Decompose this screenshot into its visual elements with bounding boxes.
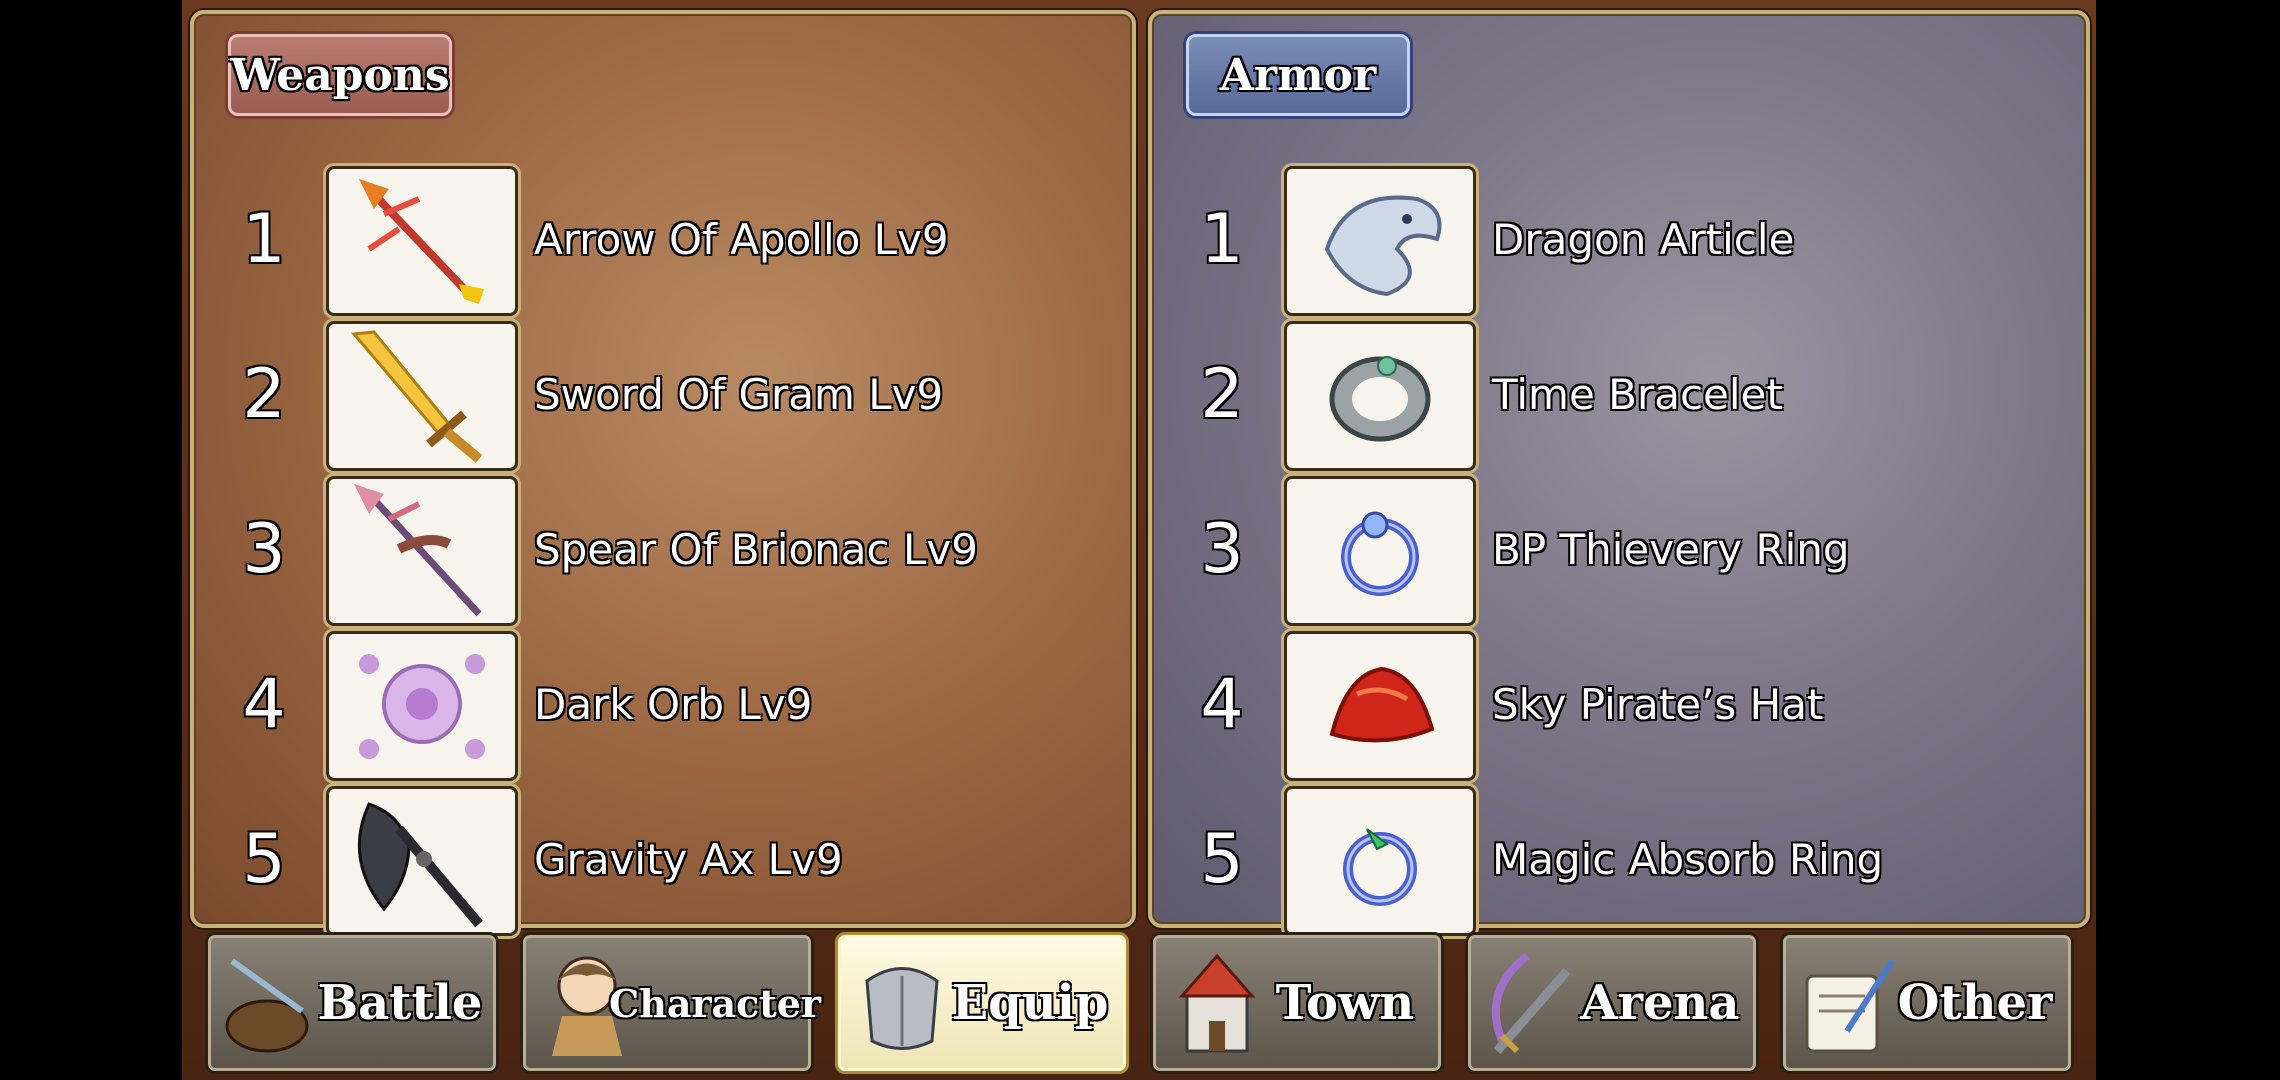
- bracelet-icon: [1284, 321, 1476, 471]
- slot-number: 1: [1200, 199, 1244, 279]
- tab-equip[interactable]: Equip: [835, 932, 1129, 1074]
- hat-icon: [1284, 631, 1476, 781]
- armor-slot-4[interactable]: 4 Sky Pirate’s Hat: [1152, 629, 2086, 781]
- sword-icon: [326, 321, 518, 471]
- slot-number: 4: [242, 664, 286, 744]
- weapon-slot-5[interactable]: 5 Gravity Ax Lv9: [194, 784, 1132, 936]
- tab-label: Other: [1897, 975, 2053, 1031]
- armor-slot-5[interactable]: 5 Magic Absorb Ring: [1152, 784, 2086, 936]
- weapon-name: Sword Of Gram Lv9: [534, 369, 944, 419]
- tab-label: Battle: [317, 975, 483, 1031]
- weapon-name: Arrow Of Apollo Lv9: [534, 214, 949, 264]
- armor-slot-3[interactable]: 3 BP Thievery Ring: [1152, 474, 2086, 626]
- weapon-name: Dark Orb Lv9: [534, 679, 813, 729]
- weapon-slot-1[interactable]: 1 Arrow Of Apollo Lv9: [194, 164, 1132, 316]
- tab-town[interactable]: Town: [1150, 932, 1444, 1074]
- armor-slot-1[interactable]: 1 Dragon Article: [1152, 164, 2086, 316]
- tab-other[interactable]: Other: [1780, 932, 2074, 1074]
- dragon-icon: [1284, 166, 1476, 316]
- weapon-slot-2[interactable]: 2 Sword Of Gram Lv9: [194, 319, 1132, 471]
- tab-battle[interactable]: Battle: [205, 932, 499, 1074]
- armor-panel: Armor 1 Dragon Article 2 Time Bracelet 3…: [1148, 10, 2090, 936]
- armor-name: Magic Absorb Ring: [1492, 834, 1884, 884]
- weapon-name: Gravity Ax Lv9: [534, 834, 843, 884]
- slot-number: 3: [242, 509, 286, 589]
- slot-number: 3: [1200, 509, 1244, 589]
- tab-label: Character: [608, 980, 822, 1026]
- axe-icon: [326, 786, 518, 936]
- armor-title: Armor: [1186, 34, 1410, 116]
- tab-label: Arena: [1580, 975, 1740, 1031]
- slot-number: 2: [1200, 354, 1244, 434]
- weapon-slot-3[interactable]: 3 Spear Of Brionac Lv9: [194, 474, 1132, 626]
- bottom-menu: Battle Character Equip Town Arena Other: [205, 932, 2075, 1074]
- ring-icon: [1284, 786, 1476, 936]
- tab-label: Town: [1275, 975, 1415, 1031]
- slot-number: 4: [1200, 664, 1244, 744]
- ring-icon: [1284, 476, 1476, 626]
- armor-slot-2[interactable]: 2 Time Bracelet: [1152, 319, 2086, 471]
- slot-number: 5: [1200, 819, 1244, 899]
- slot-number: 5: [242, 819, 286, 899]
- tab-character[interactable]: Character: [520, 932, 822, 1074]
- slot-number: 1: [242, 199, 286, 279]
- weapons-title: Weapons: [228, 34, 452, 116]
- armor-name: BP Thievery Ring: [1492, 524, 1850, 574]
- arrow-icon: [326, 166, 518, 316]
- weapons-panel: Weapons 1 Arrow Of Apollo Lv9 2 Sword Of…: [190, 10, 1136, 936]
- armor-name: Sky Pirate’s Hat: [1492, 679, 1824, 729]
- armor-name: Dragon Article: [1492, 214, 1795, 264]
- slot-number: 2: [242, 354, 286, 434]
- orb-icon: [326, 631, 518, 781]
- armor-name: Time Bracelet: [1492, 369, 1783, 419]
- weapon-slot-4[interactable]: 4 Dark Orb Lv9: [194, 629, 1132, 781]
- tab-arena[interactable]: Arena: [1465, 932, 1759, 1074]
- weapon-name: Spear Of Brionac Lv9: [534, 524, 978, 574]
- spear-icon: [326, 476, 518, 626]
- tab-label: Equip: [951, 975, 1109, 1031]
